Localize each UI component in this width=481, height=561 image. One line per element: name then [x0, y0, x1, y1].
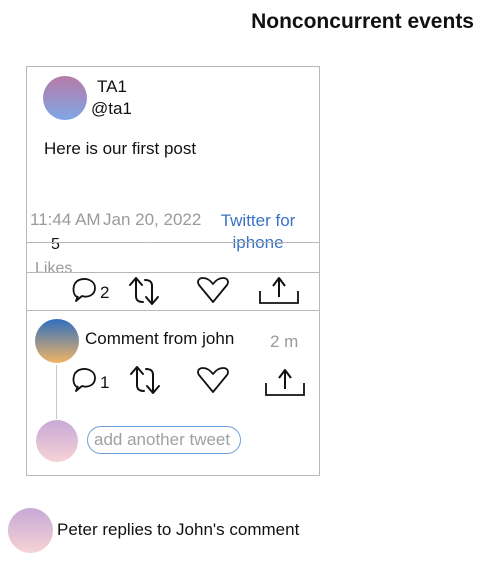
share-upload-icon [259, 277, 299, 304]
footer-caption: Peter replies to John's comment [57, 520, 300, 539]
reply-avatar[interactable] [36, 420, 78, 462]
thread-line [56, 365, 57, 419]
like-button[interactable] [196, 276, 230, 304]
comment-reply-button[interactable]: 1 [70, 365, 109, 393]
page-title: Nonconcurrent events [251, 10, 474, 33]
author-handle[interactable]: @ta1 [91, 99, 132, 119]
comment-retweet-button[interactable] [128, 363, 162, 397]
divider [27, 242, 319, 243]
likes-count[interactable]: 5 [51, 236, 60, 254]
post-time: 11:44 AM [30, 210, 101, 229]
heart-icon [197, 277, 229, 303]
reply-count: 2 [100, 283, 110, 302]
tweet-card: TA1 @ta1 Here is our first post 11:44 AM… [26, 66, 320, 476]
commenter-avatar[interactable] [35, 319, 79, 363]
speech-bubble-icon [72, 278, 96, 302]
meta-separator-dot: . [148, 235, 151, 246]
share-upload-icon [265, 369, 305, 396]
author-name[interactable]: TA1 [97, 77, 127, 97]
comment-reply-count: 1 [100, 373, 110, 392]
heart-icon [197, 367, 229, 393]
retweet-button[interactable] [127, 274, 161, 308]
share-button[interactable] [258, 275, 300, 305]
comment-like-button[interactable] [196, 366, 230, 394]
author-avatar[interactable] [43, 76, 87, 120]
post-date: Jan 20, 2022 [103, 210, 202, 229]
reply-button[interactable]: 2 [70, 275, 109, 303]
speech-bubble-icon [72, 368, 96, 392]
comment-share-button[interactable] [264, 367, 306, 397]
comment-text: Comment from john [85, 329, 235, 348]
likes-label[interactable]: Likes [35, 260, 72, 278]
comment-time: 2 m [270, 332, 299, 351]
retweet-arrows-icon [130, 366, 160, 394]
page: Nonconcurrent events TA1 @ta1 Here is ou… [0, 0, 481, 561]
reply-input[interactable] [87, 426, 241, 454]
post-text: Here is our first post [44, 139, 197, 158]
divider [27, 272, 319, 273]
post-source-link[interactable]: Twitter for iphone [210, 210, 306, 254]
peter-avatar [8, 508, 53, 553]
retweet-arrows-icon [129, 277, 159, 305]
divider [27, 310, 319, 311]
